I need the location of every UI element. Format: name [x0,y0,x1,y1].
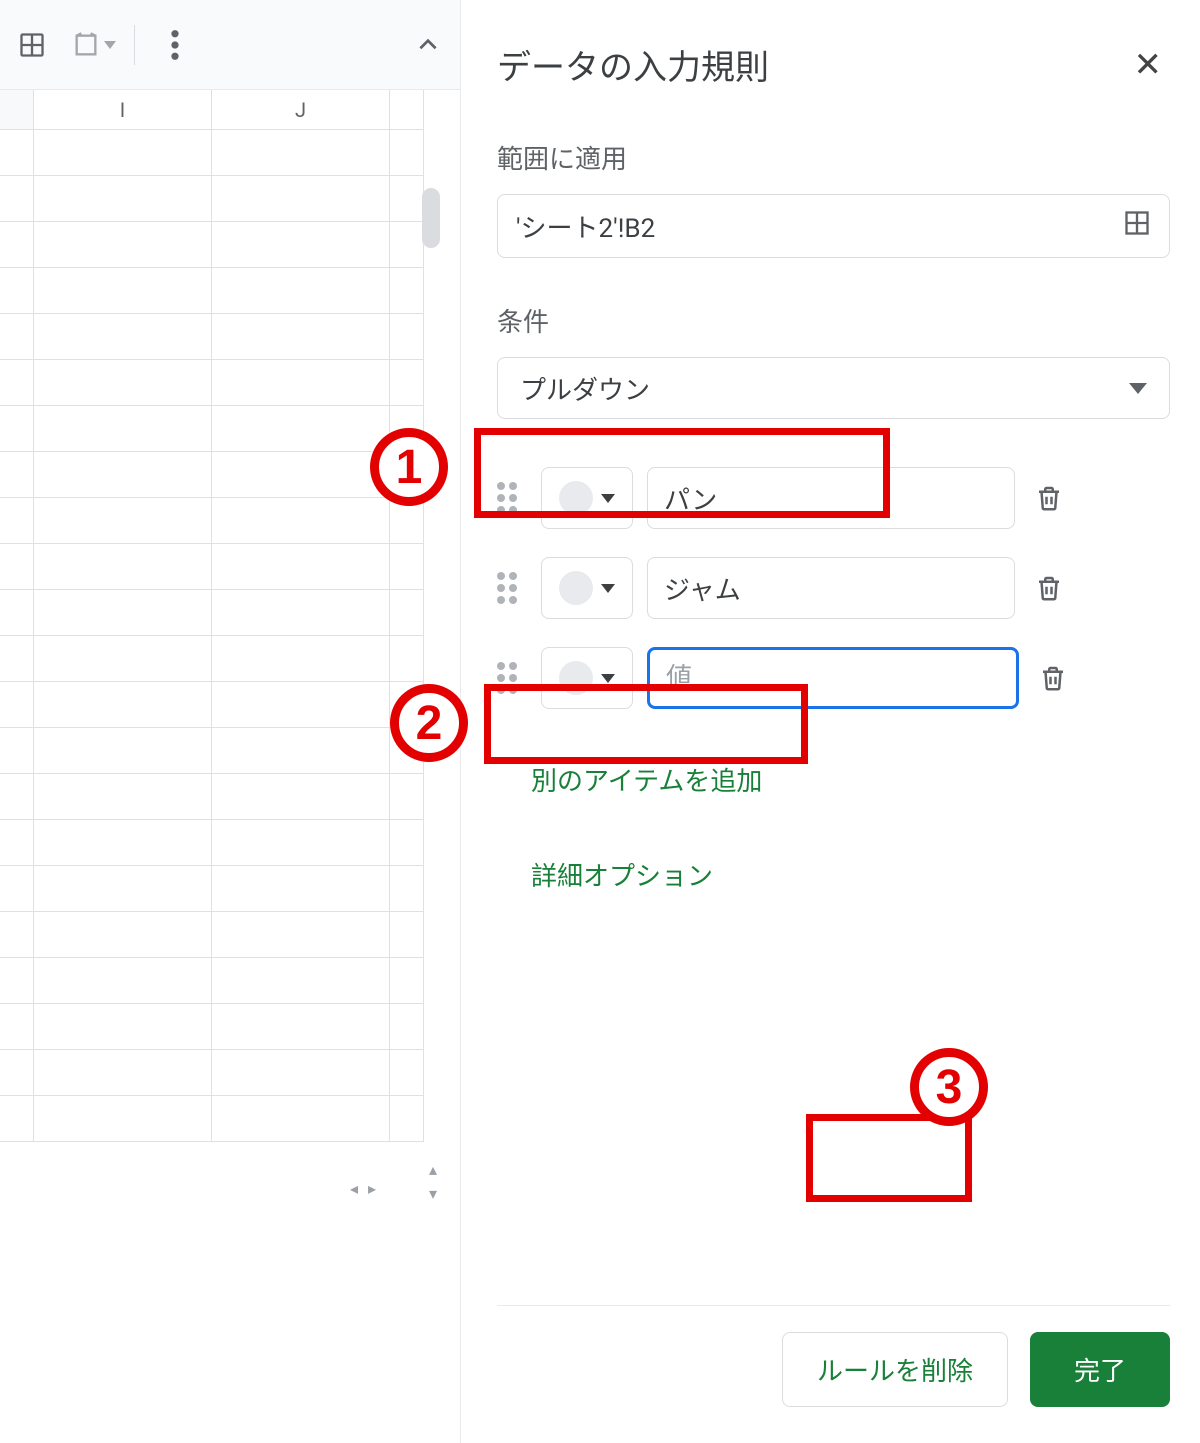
toolbar-separator [134,25,135,65]
grid-row[interactable] [0,1050,460,1096]
grid-row[interactable] [0,912,460,958]
grid-row[interactable] [0,636,460,682]
item-value-input[interactable] [647,647,1019,709]
grid-row[interactable] [0,268,460,314]
delete-rule-button[interactable]: ルールを削除 [782,1332,1008,1407]
grid-row[interactable] [0,774,460,820]
grid-select-icon[interactable] [1123,209,1151,244]
column-header[interactable]: J [212,90,390,130]
grid-row[interactable] [0,498,460,544]
grid-row[interactable] [0,360,460,406]
grid-row[interactable] [0,544,460,590]
item-value-input[interactable] [647,467,1015,529]
done-button[interactable]: 完了 [1030,1332,1170,1407]
advanced-options-button[interactable]: 詳細オプション [497,838,747,911]
collapse-up-icon[interactable] [406,23,450,67]
annotation-circle-2: 2 [390,684,468,762]
grid-row[interactable] [0,130,460,176]
chevron-down-icon [1129,383,1147,394]
chevron-down-icon [601,494,615,503]
color-chip [559,661,593,695]
toolbar [0,0,460,90]
scroll-left-icon[interactable]: ◂ [350,1179,358,1193]
grid-row[interactable] [0,314,460,360]
range-value-text: 'シート2'!B2 [516,208,1123,245]
chevron-down-icon [601,584,615,593]
color-chip [559,481,593,515]
grid-row[interactable] [0,1096,460,1142]
grid-row[interactable] [0,958,460,1004]
column-headers-row: I J [0,90,460,130]
grid-row[interactable] [0,590,460,636]
dropdown-item-row [497,467,1170,529]
more-vert-icon[interactable] [153,23,197,67]
close-icon[interactable]: ✕ [1126,41,1171,89]
range-input[interactable]: 'シート2'!B2 [497,194,1170,258]
add-item-button[interactable]: 別のアイテムを追加 [497,743,796,816]
annotation-circle-3: 3 [910,1048,988,1126]
delete-item-icon[interactable] [1029,478,1069,518]
drag-handle-icon[interactable] [497,662,527,694]
vertical-scroll-arrows[interactable]: ▴ ▾ [420,1159,446,1203]
delete-item-icon[interactable] [1033,658,1073,698]
grid-row[interactable] [0,866,460,912]
color-chip [559,571,593,605]
item-color-picker[interactable] [541,647,633,709]
scroll-right-icon[interactable]: ▸ [368,1179,376,1193]
drag-handle-icon[interactable] [497,482,527,514]
column-header[interactable] [390,90,424,130]
table-icon-button[interactable] [10,23,54,67]
drag-handle-icon[interactable] [497,572,527,604]
grid-row[interactable] [0,222,460,268]
chevron-down-icon [601,674,615,683]
grid-row[interactable] [0,176,460,222]
scroll-down-icon[interactable]: ▾ [420,1183,446,1203]
range-section-label: 範囲に適用 [497,139,1170,176]
grid-row[interactable] [0,1004,460,1050]
insert-chip-button[interactable] [72,31,116,59]
panel-title: データの入力規則 [497,40,769,89]
dropdown-item-row [497,647,1170,709]
horizontal-scroll-arrows[interactable]: ◂ ▸ [350,1179,418,1193]
item-value-input[interactable] [647,557,1015,619]
grid-body[interactable]: // rows generated below after data load;… [0,130,460,1142]
condition-section-label: 条件 [497,302,1170,339]
item-color-picker[interactable] [541,557,633,619]
annotation-circle-1: 1 [370,428,448,506]
vertical-scrollbar-thumb[interactable] [422,188,440,248]
panel-header: データの入力規則 ✕ [497,40,1170,89]
scroll-up-icon[interactable]: ▴ [420,1159,446,1179]
condition-selected-text: プルダウン [520,370,1129,407]
data-validation-panel: データの入力規則 ✕ 範囲に適用 'シート2'!B2 条件 プルダウン [460,0,1200,1443]
item-color-picker[interactable] [541,467,633,529]
panel-footer: ルールを削除 完了 [497,1305,1170,1443]
dropdown-item-row [497,557,1170,619]
delete-item-icon[interactable] [1029,568,1069,608]
dropdown-items-area: 別のアイテムを追加 詳細オプション [497,467,1170,911]
condition-select[interactable]: プルダウン [497,357,1170,419]
column-header[interactable]: I [34,90,212,130]
grid-row[interactable] [0,820,460,866]
